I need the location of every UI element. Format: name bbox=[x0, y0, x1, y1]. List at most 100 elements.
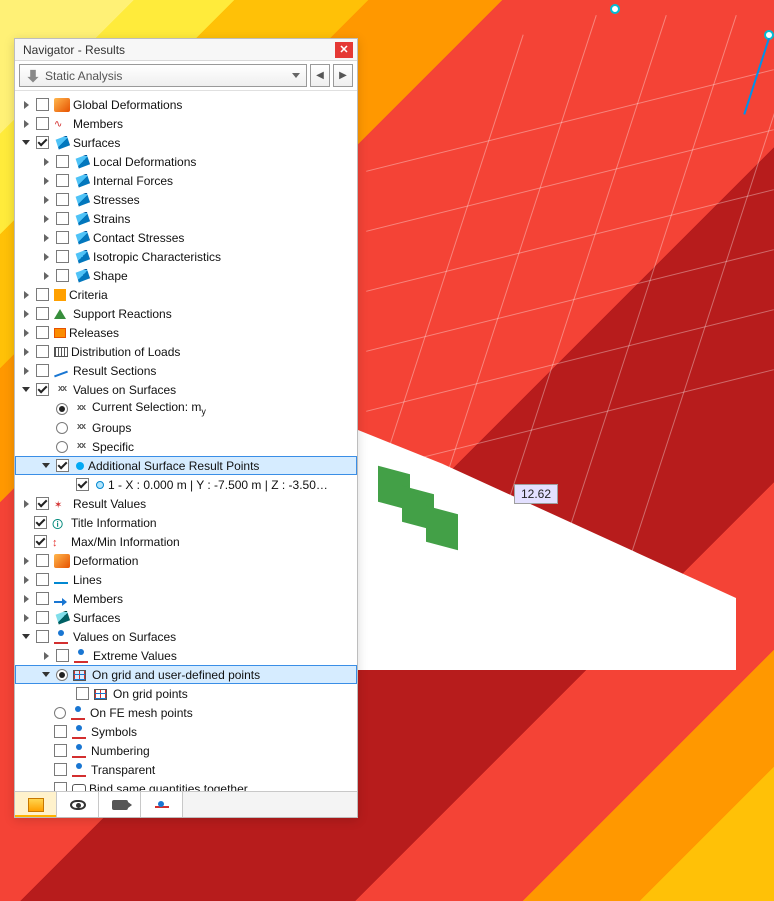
expander-icon[interactable] bbox=[40, 194, 52, 206]
tree-item-support-reactions[interactable]: Support Reactions bbox=[15, 304, 357, 323]
result-value-label[interactable]: 12.62 bbox=[514, 484, 558, 504]
checkbox[interactable] bbox=[34, 535, 47, 548]
tree-item-members[interactable]: ∿ Members bbox=[15, 114, 357, 133]
expander-icon[interactable] bbox=[20, 593, 32, 605]
radio[interactable] bbox=[56, 669, 68, 681]
checkbox[interactable] bbox=[54, 782, 67, 791]
checkbox[interactable] bbox=[36, 592, 49, 605]
expander-icon[interactable] bbox=[20, 137, 32, 149]
expander-icon[interactable] bbox=[20, 384, 32, 396]
nav-next-button[interactable]: ▶ bbox=[333, 64, 353, 87]
checkbox[interactable] bbox=[36, 117, 49, 130]
expander-icon[interactable] bbox=[20, 327, 32, 339]
tab-views[interactable] bbox=[57, 792, 99, 817]
tree-item-point-entry[interactable]: 1 - X : 0.000 m | Y : -7.500 m | Z : -3.… bbox=[15, 475, 357, 494]
radio[interactable] bbox=[54, 707, 66, 719]
checkbox[interactable] bbox=[36, 630, 49, 643]
tree-item-surfaces[interactable]: Surfaces bbox=[15, 133, 357, 152]
expander-icon[interactable] bbox=[20, 346, 32, 358]
expander-icon[interactable] bbox=[40, 270, 52, 282]
checkbox[interactable] bbox=[56, 174, 69, 187]
tree-item-global-deformations[interactable]: Global Deformations bbox=[15, 95, 357, 114]
checkbox[interactable] bbox=[36, 326, 49, 339]
tree-item-releases[interactable]: Releases bbox=[15, 323, 357, 342]
radio[interactable] bbox=[56, 441, 68, 453]
expander-icon[interactable] bbox=[20, 365, 32, 377]
expander-icon[interactable] bbox=[20, 498, 32, 510]
expander-icon[interactable] bbox=[20, 289, 32, 301]
tree-item-current-selection[interactable]: xx Current Selection: my bbox=[15, 399, 357, 418]
expander-icon[interactable] bbox=[20, 99, 32, 111]
checkbox[interactable] bbox=[36, 497, 49, 510]
checkbox[interactable] bbox=[36, 611, 49, 624]
expander-icon[interactable] bbox=[40, 460, 52, 472]
tree-item-extreme[interactable]: Extreme Values bbox=[15, 646, 357, 665]
expander-icon[interactable] bbox=[40, 175, 52, 187]
tree-item-on-grid-points[interactable]: On grid points bbox=[15, 684, 357, 703]
tree-item-values-on-surfaces2[interactable]: Values on Surfaces bbox=[15, 627, 357, 646]
tree-item-result-sections[interactable]: Result Sections bbox=[15, 361, 357, 380]
close-button[interactable]: ✕ bbox=[335, 42, 353, 58]
expander-icon[interactable] bbox=[40, 669, 52, 681]
expander-icon[interactable] bbox=[20, 612, 32, 624]
tree-item-numbering[interactable]: Numbering bbox=[15, 741, 357, 760]
expander-icon[interactable] bbox=[20, 574, 32, 586]
tree-item-bind-same[interactable]: Bind same quantities together bbox=[15, 779, 357, 791]
checkbox[interactable] bbox=[56, 231, 69, 244]
radio[interactable] bbox=[56, 403, 68, 415]
tree-item-shape[interactable]: Shape bbox=[15, 266, 357, 285]
node-marker[interactable] bbox=[610, 4, 620, 14]
tree-item-internal-forces[interactable]: Internal Forces bbox=[15, 171, 357, 190]
tree-item-contact-stresses[interactable]: Contact Stresses bbox=[15, 228, 357, 247]
expander-icon[interactable] bbox=[20, 118, 32, 130]
results-tree[interactable]: Global Deformations ∿ Members Surfaces L… bbox=[15, 91, 357, 791]
tab-camera[interactable] bbox=[99, 792, 141, 817]
checkbox[interactable] bbox=[36, 573, 49, 586]
tree-item-surfaces2[interactable]: Surfaces bbox=[15, 608, 357, 627]
tree-item-transparent[interactable]: Transparent bbox=[15, 760, 357, 779]
expander-icon[interactable] bbox=[20, 555, 32, 567]
checkbox[interactable] bbox=[36, 345, 49, 358]
tree-item-lines[interactable]: Lines bbox=[15, 570, 357, 589]
checkbox[interactable] bbox=[76, 478, 89, 491]
nav-prev-button[interactable]: ◀ bbox=[310, 64, 330, 87]
tree-item-specific[interactable]: xx Specific bbox=[15, 437, 357, 456]
checkbox[interactable] bbox=[36, 383, 49, 396]
tree-item-deformation[interactable]: Deformation bbox=[15, 551, 357, 570]
radio[interactable] bbox=[56, 422, 68, 434]
checkbox[interactable] bbox=[36, 364, 49, 377]
checkbox[interactable] bbox=[56, 269, 69, 282]
expander-icon[interactable] bbox=[40, 251, 52, 263]
tree-item-values-on-surfaces[interactable]: xx Values on Surfaces bbox=[15, 380, 357, 399]
tree-item-additional-points[interactable]: Additional Surface Result Points bbox=[15, 456, 357, 475]
tree-item-members2[interactable]: Members bbox=[15, 589, 357, 608]
tree-item-groups[interactable]: xx Groups bbox=[15, 418, 357, 437]
tab-results[interactable] bbox=[141, 792, 183, 817]
expander-icon[interactable] bbox=[40, 156, 52, 168]
tree-item-isotropic[interactable]: Isotropic Characteristics bbox=[15, 247, 357, 266]
checkbox[interactable] bbox=[54, 744, 67, 757]
checkbox[interactable] bbox=[56, 649, 69, 662]
panel-titlebar[interactable]: Navigator - Results ✕ bbox=[15, 39, 357, 61]
tree-item-title-info[interactable]: 🛈 Title Information bbox=[15, 513, 357, 532]
checkbox[interactable] bbox=[56, 459, 69, 472]
tree-item-criteria[interactable]: Criteria bbox=[15, 285, 357, 304]
tree-item-result-values[interactable]: ✶ Result Values bbox=[15, 494, 357, 513]
tree-item-maxmin[interactable]: ↕ Max/Min Information bbox=[15, 532, 357, 551]
checkbox[interactable] bbox=[54, 725, 67, 738]
checkbox[interactable] bbox=[36, 288, 49, 301]
tree-item-distribution[interactable]: Distribution of Loads bbox=[15, 342, 357, 361]
tree-item-local-deformations[interactable]: Local Deformations bbox=[15, 152, 357, 171]
checkbox[interactable] bbox=[56, 212, 69, 225]
tab-display[interactable] bbox=[15, 792, 57, 817]
analysis-dropdown[interactable]: Static Analysis bbox=[19, 64, 307, 87]
tree-item-on-grid-user[interactable]: On grid and user-defined points bbox=[15, 665, 357, 684]
checkbox[interactable] bbox=[36, 136, 49, 149]
tree-item-stresses[interactable]: Stresses bbox=[15, 190, 357, 209]
checkbox[interactable] bbox=[36, 307, 49, 320]
expander-icon[interactable] bbox=[20, 308, 32, 320]
tree-item-symbols[interactable]: Symbols bbox=[15, 722, 357, 741]
tree-item-strains[interactable]: Strains bbox=[15, 209, 357, 228]
checkbox[interactable] bbox=[56, 155, 69, 168]
expander-icon[interactable] bbox=[40, 232, 52, 244]
